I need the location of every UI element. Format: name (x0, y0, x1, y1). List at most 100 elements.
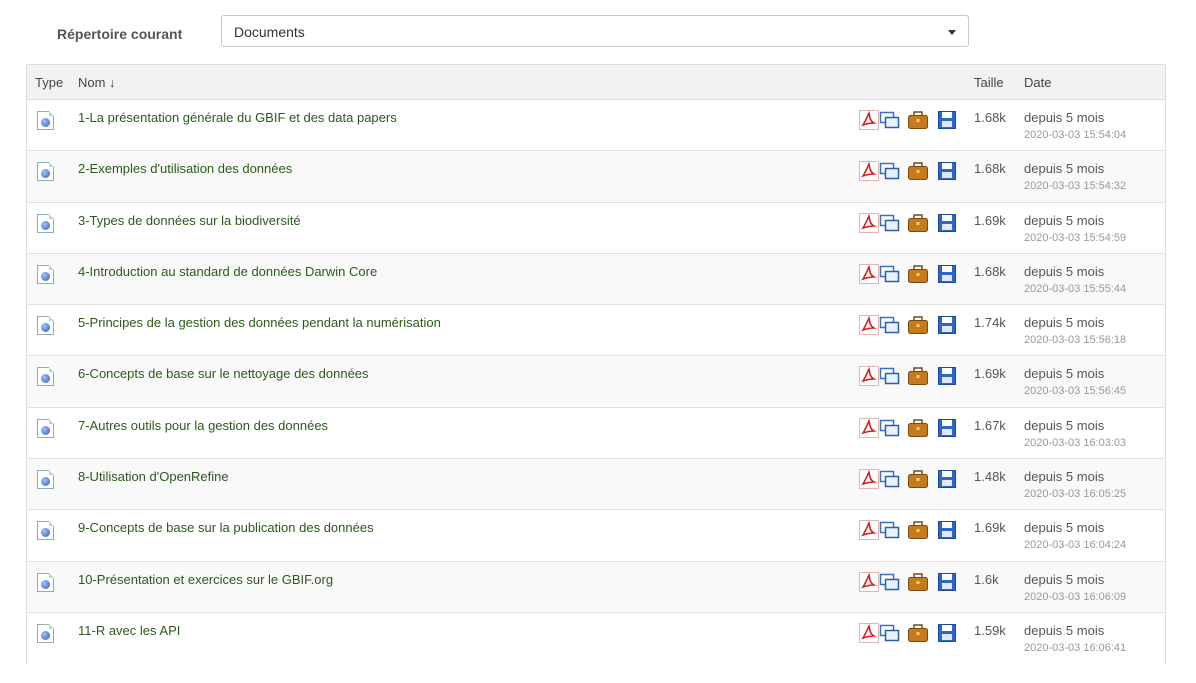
row-actions (859, 622, 961, 645)
directory-label: Répertoire courant (57, 26, 183, 42)
date-timestamp: 2020-03-03 15:55:44 (1024, 282, 1127, 295)
save-icon[interactable] (937, 572, 957, 592)
copy-icon[interactable] (879, 572, 900, 592)
pdf-icon[interactable] (859, 110, 879, 130)
save-icon[interactable] (937, 315, 957, 335)
pdf-icon[interactable] (859, 366, 879, 387)
header-size[interactable]: Taille (974, 75, 1004, 90)
save-icon[interactable] (937, 213, 957, 233)
row-actions (859, 520, 961, 542)
file-name-link[interactable]: 8-Utilisation d'OpenRefine (78, 469, 229, 484)
date-timestamp: 2020-03-03 16:05:25 (1024, 488, 1127, 501)
save-icon[interactable] (937, 161, 957, 181)
briefcase-icon[interactable] (907, 315, 928, 335)
copy-icon[interactable] (879, 110, 900, 130)
date-relative: depuis 5 mois (1024, 469, 1105, 485)
directory-select[interactable]: Documents (221, 15, 969, 47)
table-row: 6-Concepts de base sur le nettoyage des … (27, 356, 1165, 408)
pdf-icon[interactable] (859, 622, 879, 643)
table-row: 11-R avec les API 1.59k depuis 5 mois 20… (27, 612, 1165, 665)
save-icon[interactable] (937, 110, 957, 130)
date-relative: depuis 5 mois (1024, 571, 1105, 587)
pdf-icon[interactable] (859, 315, 879, 336)
row-actions (859, 469, 961, 491)
briefcase-icon[interactable] (907, 520, 928, 540)
copy-icon[interactable] (879, 264, 900, 284)
file-name-link[interactable]: 11-R avec les API (78, 623, 180, 638)
copy-icon[interactable] (879, 623, 900, 643)
file-name-link[interactable]: 10-Présentation et exercices sur le GBIF… (78, 572, 333, 587)
header-date[interactable]: Date (1024, 75, 1051, 90)
pdf-icon[interactable] (859, 263, 879, 284)
file-name-link[interactable]: 3-Types de données sur la biodiversité (78, 213, 301, 228)
pdf-icon[interactable] (859, 571, 879, 592)
briefcase-icon[interactable] (907, 572, 928, 592)
copy-icon[interactable] (879, 520, 900, 540)
copy-icon[interactable] (879, 418, 900, 438)
file-name-link[interactable]: 5-Principes de la gestion des données pe… (78, 315, 441, 330)
briefcase-icon[interactable] (907, 469, 928, 489)
date-timestamp: 2020-03-03 16:04:24 (1024, 539, 1127, 552)
save-icon[interactable] (937, 520, 957, 540)
table-row: 2-Exemples d'utilisation des données 1.6… (27, 151, 1165, 203)
date-timestamp: 2020-03-03 16:06:09 (1024, 590, 1127, 603)
copy-icon[interactable] (879, 161, 900, 181)
copy-icon[interactable] (879, 213, 900, 233)
file-size: 1.68k (974, 161, 1006, 177)
file-name-link[interactable]: 7-Autres outils pour la gestion des donn… (78, 418, 328, 433)
row-actions (859, 315, 961, 337)
briefcase-icon[interactable] (907, 110, 928, 130)
save-icon[interactable] (937, 469, 957, 489)
table-row: 9-Concepts de base sur la publication de… (27, 510, 1165, 562)
table-row: 1-La présentation générale du GBIF et de… (27, 100, 1165, 152)
save-icon[interactable] (937, 264, 957, 284)
briefcase-icon[interactable] (907, 213, 928, 233)
row-actions (859, 161, 961, 183)
copy-icon[interactable] (879, 315, 900, 335)
file-size: 1.48k (974, 469, 1006, 485)
file-size: 1.67k (974, 417, 1006, 433)
date-relative: depuis 5 mois (1024, 520, 1105, 536)
briefcase-icon[interactable] (907, 366, 928, 386)
file-size: 1.68k (974, 110, 1006, 125)
html-document-icon (37, 213, 54, 233)
pdf-icon[interactable] (859, 417, 879, 438)
html-document-icon (37, 264, 54, 284)
file-name-link[interactable]: 4-Introduction au standard de données Da… (78, 264, 377, 279)
file-name-link[interactable]: 6-Concepts de base sur le nettoyage des … (78, 366, 369, 381)
pdf-icon[interactable] (859, 161, 879, 182)
pdf-icon[interactable] (859, 469, 879, 490)
header-type[interactable]: Type (35, 75, 63, 90)
directory-bar: Répertoire courant Documents (0, 0, 1196, 64)
table-row: 5-Principes de la gestion des données pe… (27, 305, 1165, 357)
copy-icon[interactable] (879, 469, 900, 489)
header-name-sort[interactable]: Nom ↓ (78, 75, 116, 90)
briefcase-icon[interactable] (907, 264, 928, 284)
file-size: 1.74k (974, 315, 1006, 331)
pdf-icon[interactable] (859, 212, 879, 233)
briefcase-icon[interactable] (907, 623, 928, 643)
file-name-link[interactable]: 2-Exemples d'utilisation des données (78, 161, 292, 176)
save-icon[interactable] (937, 623, 957, 643)
html-document-icon (37, 521, 54, 541)
file-size: 1.6k (974, 571, 999, 587)
date-timestamp: 2020-03-03 15:56:45 (1024, 385, 1127, 398)
date-timestamp: 2020-03-03 15:56:18 (1024, 334, 1127, 347)
html-document-icon (37, 572, 54, 592)
table-row: 10-Présentation et exercices sur le GBIF… (27, 561, 1165, 613)
file-size: 1.68k (974, 263, 1006, 279)
table-row: 7-Autres outils pour la gestion des donn… (27, 407, 1165, 460)
date-timestamp: 2020-03-03 16:03:03 (1024, 436, 1127, 449)
file-table: Type Nom ↓ Taille Date 1-La présentation… (26, 64, 1166, 665)
save-icon[interactable] (937, 366, 957, 386)
pdf-icon[interactable] (859, 520, 879, 541)
table-row: 4-Introduction au standard de données Da… (27, 253, 1165, 306)
copy-icon[interactable] (879, 366, 900, 386)
save-icon[interactable] (937, 418, 957, 438)
briefcase-icon[interactable] (907, 418, 928, 438)
file-size: 1.69k (974, 366, 1006, 382)
briefcase-icon[interactable] (907, 161, 928, 181)
file-name-link[interactable]: 1-La présentation générale du GBIF et de… (78, 110, 397, 125)
date-timestamp: 2020-03-03 15:54:59 (1024, 231, 1127, 244)
file-name-link[interactable]: 9-Concepts de base sur la publication de… (78, 520, 374, 535)
